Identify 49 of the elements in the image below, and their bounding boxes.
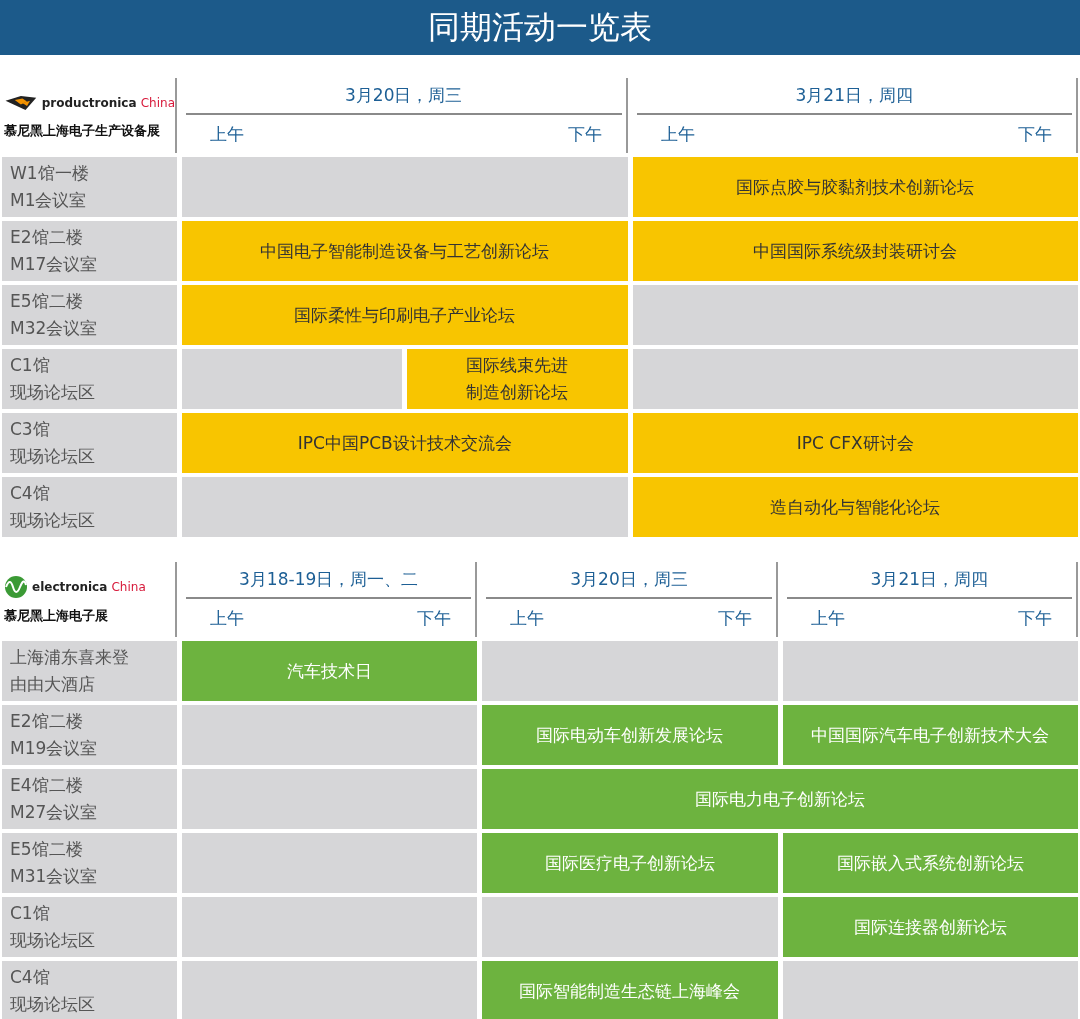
event-cell: 国际连接器创新论坛 — [782, 897, 1078, 957]
venue-cell: E4馆二楼 M27会议室 — [2, 769, 177, 829]
event-cell: 国际线束先进制造创新论坛 — [407, 349, 628, 409]
day-heading: 3月20日，周三 — [486, 562, 772, 599]
venue-cell: C4馆 现场论坛区 — [2, 477, 177, 537]
event-cell: 国际嵌入式系统创新论坛 — [782, 833, 1078, 893]
day-heading: 3月20日，周三 — [186, 78, 622, 115]
exhibition-name: 慕尼黑上海电子生产设备展 — [4, 121, 161, 140]
venue-cell: E2馆二楼 M19会议室 — [2, 705, 177, 765]
brand-name: productronica China — [41, 95, 175, 110]
venue-cell: E2馆二楼 M17会议室 — [2, 221, 177, 281]
event-cell: 汽车技术日 — [182, 641, 478, 701]
event-cell: 中国国际汽车电子创新技术大会 — [782, 705, 1078, 765]
venue-cell: C4馆 现场论坛区 — [2, 961, 177, 1019]
afternoon-label: 下午 — [417, 607, 452, 630]
event-cell: 国际电力电子创新论坛 — [482, 769, 1078, 829]
event-cell: 造自动化与智能化论坛 — [632, 477, 1078, 537]
brand-name: electronica China — [32, 579, 146, 594]
exhibition-name: 慕尼黑上海电子展 — [4, 606, 109, 625]
morning-label: 上午 — [210, 607, 244, 630]
morning-label: 上午 — [210, 123, 244, 146]
event-cell: IPC CFX研讨会 — [632, 413, 1078, 473]
afternoon-label: 下午 — [1018, 607, 1052, 630]
event-cell: 国际医疗电子创新论坛 — [482, 833, 778, 893]
venue-cell: C1馆 现场论坛区 — [2, 897, 177, 957]
afternoon-label: 下午 — [1018, 123, 1052, 146]
day-heading: 3月21日，周四 — [786, 562, 1072, 599]
event-cell: 中国电子智能制造设备与工艺创新论坛 — [182, 221, 628, 281]
venue-cell: E5馆二楼 M31会议室 — [2, 833, 177, 893]
morning-label: 上午 — [660, 123, 695, 146]
day-heading: 3月18-19日，周一、二 — [186, 562, 472, 599]
event-cell: 国际智能制造生态链上海峰会 — [482, 961, 778, 1019]
event-cell: 国际柔性与印刷电子产业论坛 — [182, 285, 628, 345]
day-heading: 3月21日，周四 — [636, 78, 1072, 115]
venue-cell: 上海浦东喜来登 由由大酒店 — [2, 641, 177, 701]
venue-cell: W1馆一楼 M1会议室 — [2, 157, 177, 217]
afternoon-label: 下午 — [717, 607, 752, 630]
event-cell: IPC中国PCB设计技术交流会 — [182, 413, 628, 473]
morning-label: 上午 — [810, 607, 845, 630]
venue-cell: E5馆二楼 M32会议室 — [2, 285, 177, 345]
venue-cell: C3馆 现场论坛区 — [2, 413, 177, 473]
morning-label: 上午 — [510, 607, 545, 630]
event-cell: 国际电动车创新发展论坛 — [482, 705, 778, 765]
event-cell: 中国国际系统级封装研讨会 — [632, 221, 1078, 281]
event-cell: 国际点胶与胶黏剂技术创新论坛 — [632, 157, 1078, 217]
page-title: 同期活动一览表 — [0, 0, 1080, 55]
globe-wave-icon — [4, 574, 28, 599]
venue-cell: C1馆 现场论坛区 — [2, 349, 177, 409]
afternoon-label: 下午 — [567, 123, 602, 146]
